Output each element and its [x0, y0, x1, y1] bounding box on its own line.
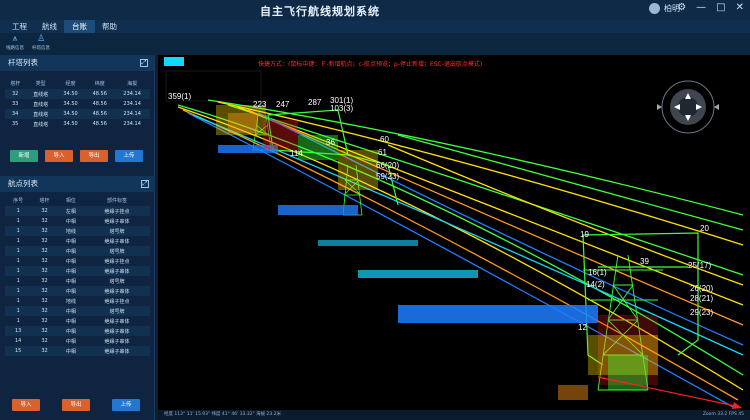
3d-viewport[interactable]: 359(1) 223 247 287 301(1) 103(3) 60 61 6…	[158, 55, 750, 410]
label-66: 66(20)	[376, 161, 399, 170]
add-tower-button[interactable]: 新增	[10, 150, 38, 162]
status-bar: 经度 113° 11' 15.93" 纬度 41° 46' 33.32" 海拔 …	[158, 410, 750, 420]
tower-table: 塔杆 类型 经度 纬度 海拔 32 直线塔 34.50 48.56 234.14 33 直…	[5, 77, 150, 129]
label-359: 359(1)	[168, 92, 191, 101]
table-row[interactable]: 33 直线塔 34.50 48.56 234.14	[5, 99, 150, 109]
menu-project[interactable]: 工程	[4, 20, 35, 33]
coordinate-readout: 经度 113° 11' 15.93" 纬度 41° 46' 33.32" 海拔 …	[164, 412, 282, 417]
table-row[interactable]: 15 32 中相 绝缘子串体	[5, 346, 150, 356]
label-29: 29(23)	[690, 308, 713, 317]
table-row[interactable]: 14 32 中相 绝缘子串体	[5, 336, 150, 346]
render-stats: Zoom 33.2 FPS 45	[702, 412, 744, 417]
label-103: 103(3)	[330, 104, 353, 113]
label-16: 16(1)	[588, 268, 607, 277]
label-20: 20	[700, 224, 709, 233]
avatar	[649, 3, 660, 14]
label-19: 19	[580, 230, 589, 239]
export-waypoint-button[interactable]: 导出	[62, 399, 90, 411]
label-223: 223	[253, 100, 267, 109]
table-row[interactable]: 32 直线塔 34.50 48.56 234.14	[5, 89, 150, 99]
menu-route[interactable]: 航线	[34, 20, 65, 33]
label-39: 39	[640, 257, 649, 266]
label-61: 61	[378, 148, 387, 157]
tower-info-tool[interactable]: ♙ 杆塔信息	[28, 34, 54, 54]
tower-info-icon: ♙	[36, 34, 46, 44]
menu-ledger[interactable]: 台账	[64, 20, 95, 33]
label-59: 59(23)	[376, 172, 399, 181]
label-287: 287	[308, 98, 322, 107]
waypoint-panel-header: 航点列表 ⤢	[0, 176, 155, 192]
label-25: 25(17)	[688, 261, 711, 270]
table-row[interactable]: 13 32 中相 绝缘子串体	[5, 326, 150, 336]
settings-icon[interactable]: ⚙	[677, 2, 686, 13]
table-row[interactable]: 1 32 中相 塔号牌	[5, 306, 150, 316]
left-panel: 杆塔列表 ⤢ 塔杆 类型 经度 纬度 海拔 32 直线塔 34.50 48.56 234…	[0, 55, 155, 420]
table-row[interactable]: 1 32 中相 塔号牌	[5, 246, 150, 256]
label-60: 60	[380, 135, 389, 144]
table-row[interactable]: 1 32 地线 绝缘子挂点	[5, 296, 150, 306]
import-tower-button[interactable]: 导入	[45, 150, 73, 162]
table-row[interactable]: 1 32 中相 绝缘子挂点	[5, 256, 150, 266]
label-28: 28(21)	[690, 294, 713, 303]
vegetation-cluster	[216, 105, 658, 400]
tower-panel-header: 杆塔列表 ⤢	[0, 55, 154, 71]
shortcut-hint: 快捷方式：(鼠标中键：Ｆ-新增航点；c-航点预览；p-停止新增；ESC-退出航点…	[258, 61, 483, 68]
import-waypoint-button[interactable]: 导入	[12, 399, 40, 411]
expand-icon[interactable]: ⤢	[140, 59, 148, 67]
maximize-icon[interactable]: □	[716, 2, 725, 13]
line-info-tool[interactable]: ⩚ 线路信息	[2, 34, 28, 54]
logo-badge	[164, 57, 184, 66]
table-row[interactable]: 34 直线塔 34.50 48.56 234.14	[5, 109, 150, 119]
table-row[interactable]: 1 32 中相 绝缘子串体	[5, 266, 150, 276]
minimize-icon[interactable]: —	[696, 2, 706, 13]
navigation-compass[interactable]	[657, 80, 719, 134]
table-row[interactable]: 1 32 地线 塔号牌	[5, 226, 150, 236]
label-36: 36	[326, 138, 335, 147]
direction-arrow	[597, 376, 741, 408]
ground-point-cloud	[218, 145, 598, 323]
point-cloud-scene: 359(1) 223 247 287 301(1) 103(3) 60 61 6…	[164, 57, 744, 409]
table-row[interactable]: 1 32 中相 塔号牌	[5, 276, 150, 286]
table-row[interactable]: 1 32 中相 绝缘子串体	[5, 236, 150, 246]
table-row[interactable]: 1 32 左相 绝缘子挂点	[5, 206, 150, 216]
label-114: 114	[290, 149, 303, 158]
toolbar: ⩚ 线路信息 ♙ 杆塔信息	[0, 33, 750, 55]
table-row[interactable]: 1 32 中相 绝缘子串体	[5, 216, 150, 226]
menu-help[interactable]: 帮助	[94, 20, 125, 33]
waypoint-table: 序号 塔杆 相位 部件标签 1 32 左相 绝缘子挂点 1 32 中相 绝缘子串体 1 32 地…	[5, 194, 150, 356]
title-bar: 自主飞行航线规划系统 柏明 ⚙ — □ ✕	[0, 0, 750, 20]
upload-waypoint-button[interactable]: 上传	[112, 399, 140, 411]
table-row[interactable]: 35 直线塔 34.50 48.56 234.14	[5, 119, 150, 129]
table-row[interactable]: 1 32 中相 绝缘子串体	[5, 316, 150, 326]
label-247: 247	[276, 100, 290, 109]
export-tower-button[interactable]: 导出	[80, 150, 108, 162]
label-12: 12	[578, 323, 587, 332]
app-title: 自主飞行航线规划系统	[260, 5, 380, 18]
label-14: 14(2)	[586, 280, 605, 289]
menu-bar: 工程 航线 台账 帮助	[0, 20, 750, 33]
user-menu[interactable]: 柏明	[649, 3, 680, 14]
table-row[interactable]: 1 32 中相 绝缘子串体	[5, 286, 150, 296]
tower-icon: ⩚	[12, 34, 18, 44]
label-26: 26(20)	[690, 284, 713, 293]
close-icon[interactable]: ✕	[736, 2, 744, 13]
expand-icon[interactable]: ⤢	[141, 180, 149, 188]
upload-tower-button[interactable]: 上传	[115, 150, 143, 162]
